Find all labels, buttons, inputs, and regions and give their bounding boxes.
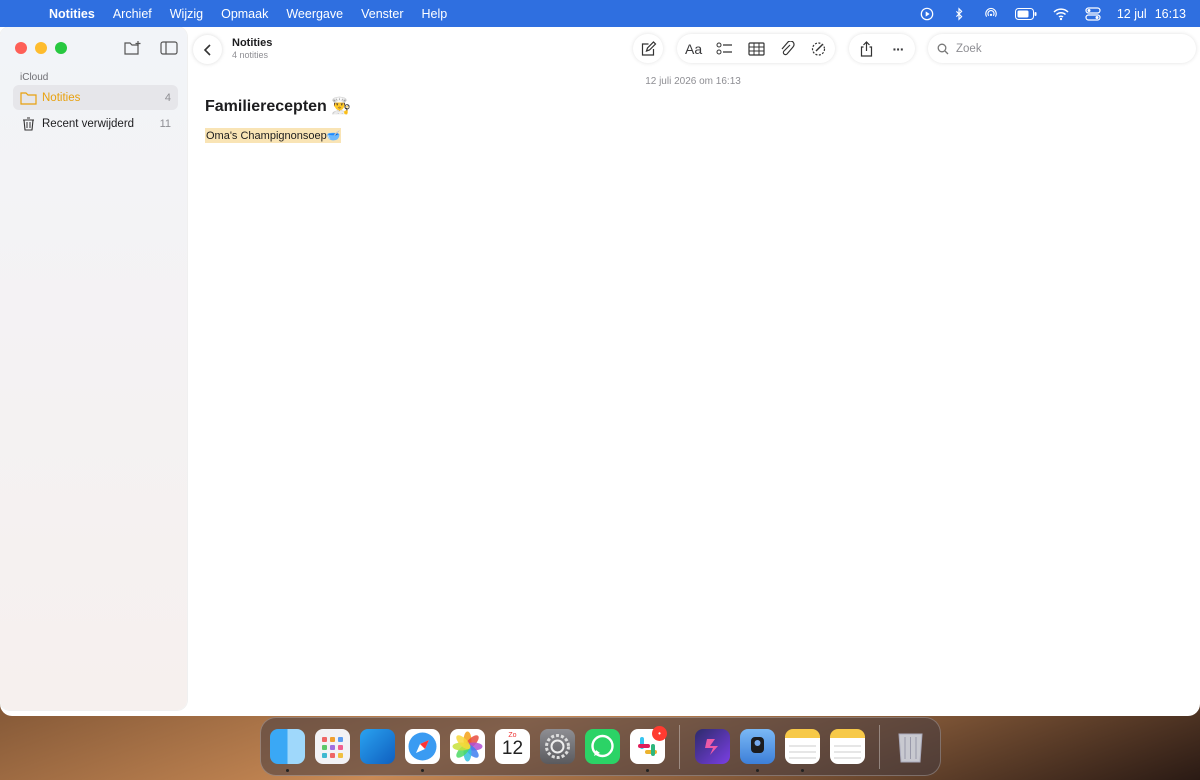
table-icon[interactable]	[747, 41, 765, 57]
menu-opmaak[interactable]: Opmaak	[212, 7, 277, 21]
dock-notes-icon[interactable]	[785, 729, 820, 764]
new-folder-icon[interactable]	[124, 40, 142, 61]
sidebar-item-recent-verwijderd[interactable]: Recent verwijderd 11	[13, 111, 178, 136]
checklist-icon[interactable]	[716, 41, 733, 57]
dock-notes-document-icon[interactable]	[830, 729, 865, 764]
dock-sidecar-icon[interactable]	[740, 729, 775, 764]
running-indicator	[286, 769, 289, 772]
sidebar-item-notities[interactable]: Notities 4	[13, 85, 178, 110]
wifi-icon[interactable]	[1053, 7, 1069, 21]
sidebar-item-label: Notities	[42, 91, 81, 104]
zoom-button[interactable]	[55, 42, 67, 54]
note-date: 12 juli 2026 om 16:13	[645, 76, 741, 87]
menu-app-notities[interactable]: Notities	[40, 7, 104, 21]
back-button[interactable]	[193, 35, 222, 64]
format-group: Aa	[677, 34, 835, 63]
dock-shortcuts-icon[interactable]	[695, 729, 730, 764]
menu-help[interactable]: Help	[412, 7, 456, 21]
dock-photos-icon[interactable]	[450, 729, 485, 764]
share-icon[interactable]	[857, 40, 875, 57]
menu-bar: Notities Archief Wijzig Opmaak Weergave …	[0, 0, 1200, 27]
bluetooth-icon[interactable]	[951, 6, 967, 21]
folder-count: 11	[159, 117, 171, 130]
dock-outlook-icon[interactable]	[360, 729, 395, 764]
dock-separator	[679, 725, 680, 769]
compose-group	[633, 34, 663, 63]
format-text-button[interactable]: Aa	[685, 41, 702, 57]
dock-safari-icon[interactable]	[405, 729, 440, 764]
calendar-day: 12	[501, 738, 524, 759]
menubar-time[interactable]: 16:13	[1155, 7, 1186, 21]
folder-title: Notities	[232, 37, 273, 49]
close-button[interactable]	[15, 42, 27, 54]
control-center-icon[interactable]	[1085, 6, 1101, 21]
search-input[interactable]	[956, 42, 1176, 55]
running-indicator	[421, 769, 424, 772]
airdrop-icon[interactable]	[983, 7, 999, 21]
toggle-sidebar-icon[interactable]	[160, 40, 178, 61]
icloud-section-label: iCloud	[20, 72, 49, 83]
sidebar-item-label: Recent verwijderd	[42, 117, 135, 130]
folder-icon	[20, 91, 37, 105]
dock-system-settings-icon[interactable]	[540, 729, 575, 764]
folder-count: 4	[164, 91, 171, 104]
menu-venster[interactable]: Venster	[352, 7, 412, 21]
search-field[interactable]	[928, 34, 1196, 63]
running-indicator	[801, 769, 804, 772]
attachment-icon[interactable]	[779, 40, 796, 57]
dock-whatsapp-icon[interactable]	[585, 729, 620, 764]
menu-weergave[interactable]: Weergave	[277, 7, 352, 21]
battery-icon[interactable]	[1014, 7, 1037, 21]
running-indicator	[756, 769, 759, 772]
dock-separator	[879, 725, 880, 769]
compose-icon[interactable]	[639, 40, 657, 57]
slack-notification-badge: •	[652, 726, 667, 741]
search-icon	[937, 43, 949, 54]
share-group: ···	[849, 34, 915, 63]
dock-trash-icon[interactable]	[893, 728, 928, 763]
window-controls	[15, 42, 67, 54]
play-icon[interactable]	[919, 7, 935, 21]
dock-calendar-icon[interactable]: Zo 12	[495, 729, 530, 764]
note-body-line[interactable]: Oma's Champignonsoep🥣	[205, 128, 342, 143]
menu-wijzig[interactable]: Wijzig	[161, 7, 212, 21]
chevron-left-icon	[203, 43, 211, 56]
markup-icon[interactable]	[810, 41, 827, 57]
dock-finder-icon[interactable]	[270, 729, 305, 764]
running-indicator	[646, 769, 649, 772]
note-title[interactable]: Familierecepten 👨‍🍳	[205, 96, 351, 116]
note-count: 4 notities	[232, 50, 269, 60]
notes-window: iCloud Notities 4 Recent verwijderd 11 N…	[0, 27, 1200, 716]
minimize-button[interactable]	[35, 42, 47, 54]
menu-archief[interactable]: Archief	[104, 7, 161, 21]
menubar-date[interactable]: 12 jul	[1117, 7, 1147, 21]
more-button[interactable]: ···	[889, 41, 907, 57]
dock-launchpad-icon[interactable]	[315, 729, 350, 764]
trash-icon	[20, 116, 37, 131]
sidebar: iCloud Notities 4 Recent verwijderd 11	[0, 27, 187, 710]
